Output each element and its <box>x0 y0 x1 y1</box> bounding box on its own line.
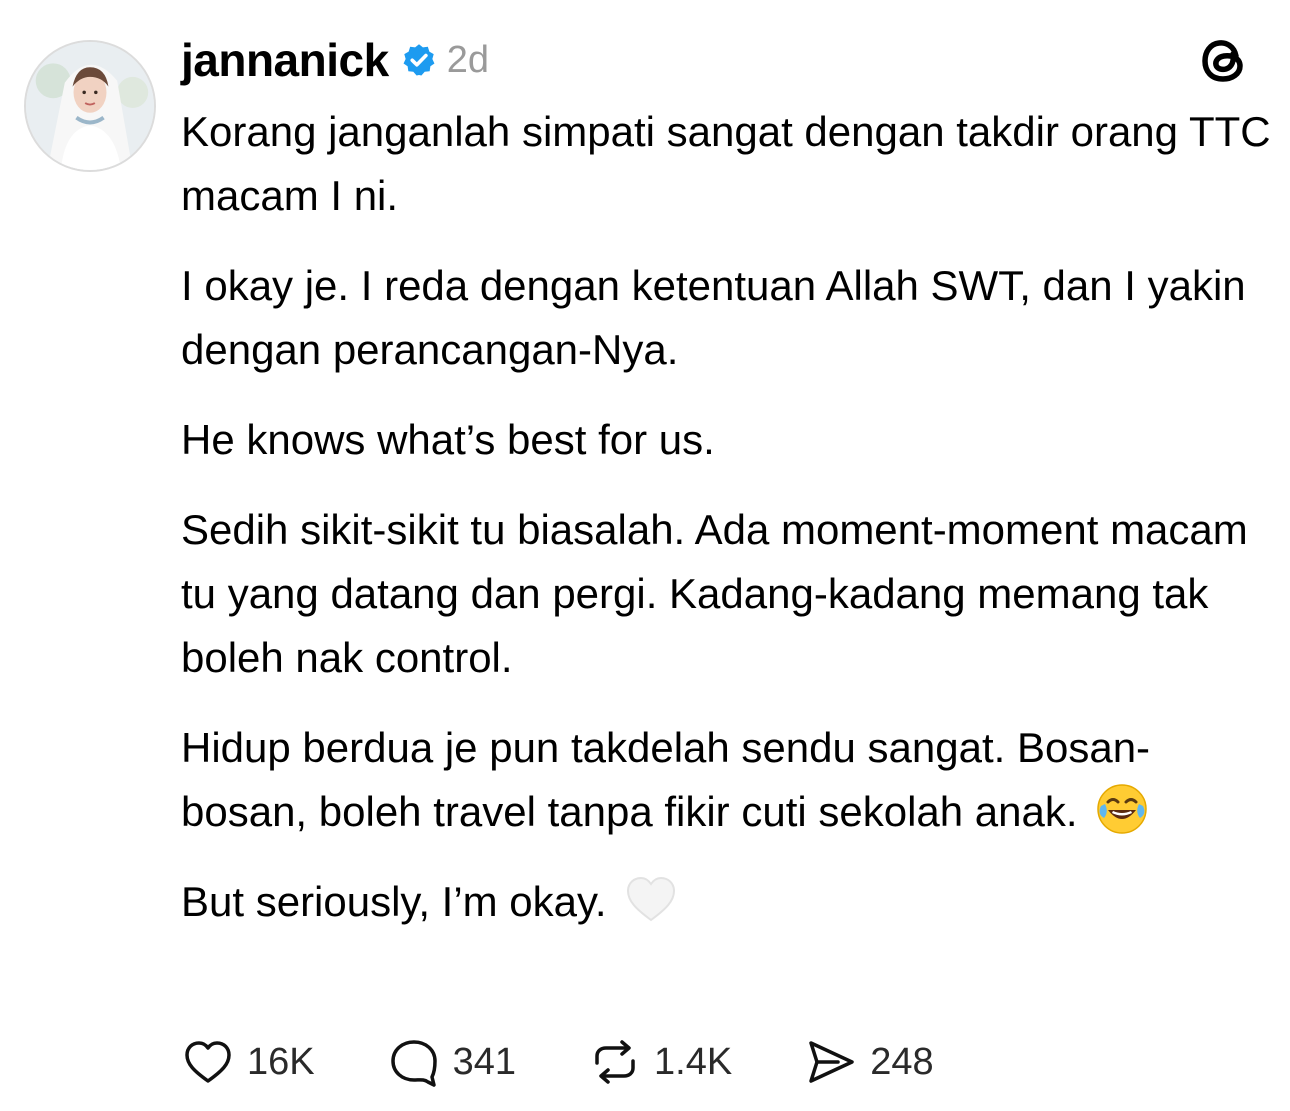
repost-button[interactable]: 1.4K <box>588 1035 732 1089</box>
threads-logo-icon[interactable] <box>1198 34 1252 88</box>
avatar[interactable] <box>24 40 156 172</box>
username[interactable]: jannanick <box>181 37 389 83</box>
action-bar: 16K 341 1.4K 248 <box>181 1032 1006 1092</box>
timestamp: 2d <box>446 39 489 81</box>
post-paragraph: Sedih sikit-sikit tu biasalah. Ada momen… <box>181 506 1248 681</box>
verified-badge-icon <box>401 42 437 78</box>
avatar-image <box>26 42 154 170</box>
heart-icon <box>181 1035 235 1089</box>
post-paragraph-with-emoji: But seriously, I’m okay. <box>181 870 1271 934</box>
share-count: 248 <box>870 1041 934 1083</box>
post-paragraph: Korang janganlah simpati sangat dengan t… <box>181 108 1271 219</box>
post-header: jannanick 2d <box>181 30 489 90</box>
post-paragraph-text: Hidup berdua je pun takdelah sendu sanga… <box>181 724 1151 835</box>
repost-icon <box>588 1035 642 1089</box>
like-count: 16K <box>247 1041 315 1083</box>
reply-button[interactable]: 341 <box>387 1035 516 1089</box>
post-body: Korang janganlah simpati sangat dengan t… <box>181 100 1271 960</box>
white-heart-icon <box>624 872 678 926</box>
post-paragraph: He knows what’s best for us. <box>181 416 715 463</box>
face-with-tears-of-joy-icon <box>1095 782 1149 836</box>
like-button[interactable]: 16K <box>181 1035 315 1089</box>
repost-count: 1.4K <box>654 1041 733 1083</box>
reply-count: 341 <box>452 1041 517 1083</box>
post-paragraph-with-emoji: Hidup berdua je pun takdelah sendu sanga… <box>181 716 1271 844</box>
share-button[interactable]: 248 <box>804 1035 934 1089</box>
post-paragraph-text: But seriously, I’m okay. <box>181 878 607 925</box>
post-paragraph: I okay je. I reda dengan ketentuan Allah… <box>181 262 1246 373</box>
comment-bubble-icon <box>387 1035 441 1089</box>
send-icon <box>804 1035 858 1089</box>
